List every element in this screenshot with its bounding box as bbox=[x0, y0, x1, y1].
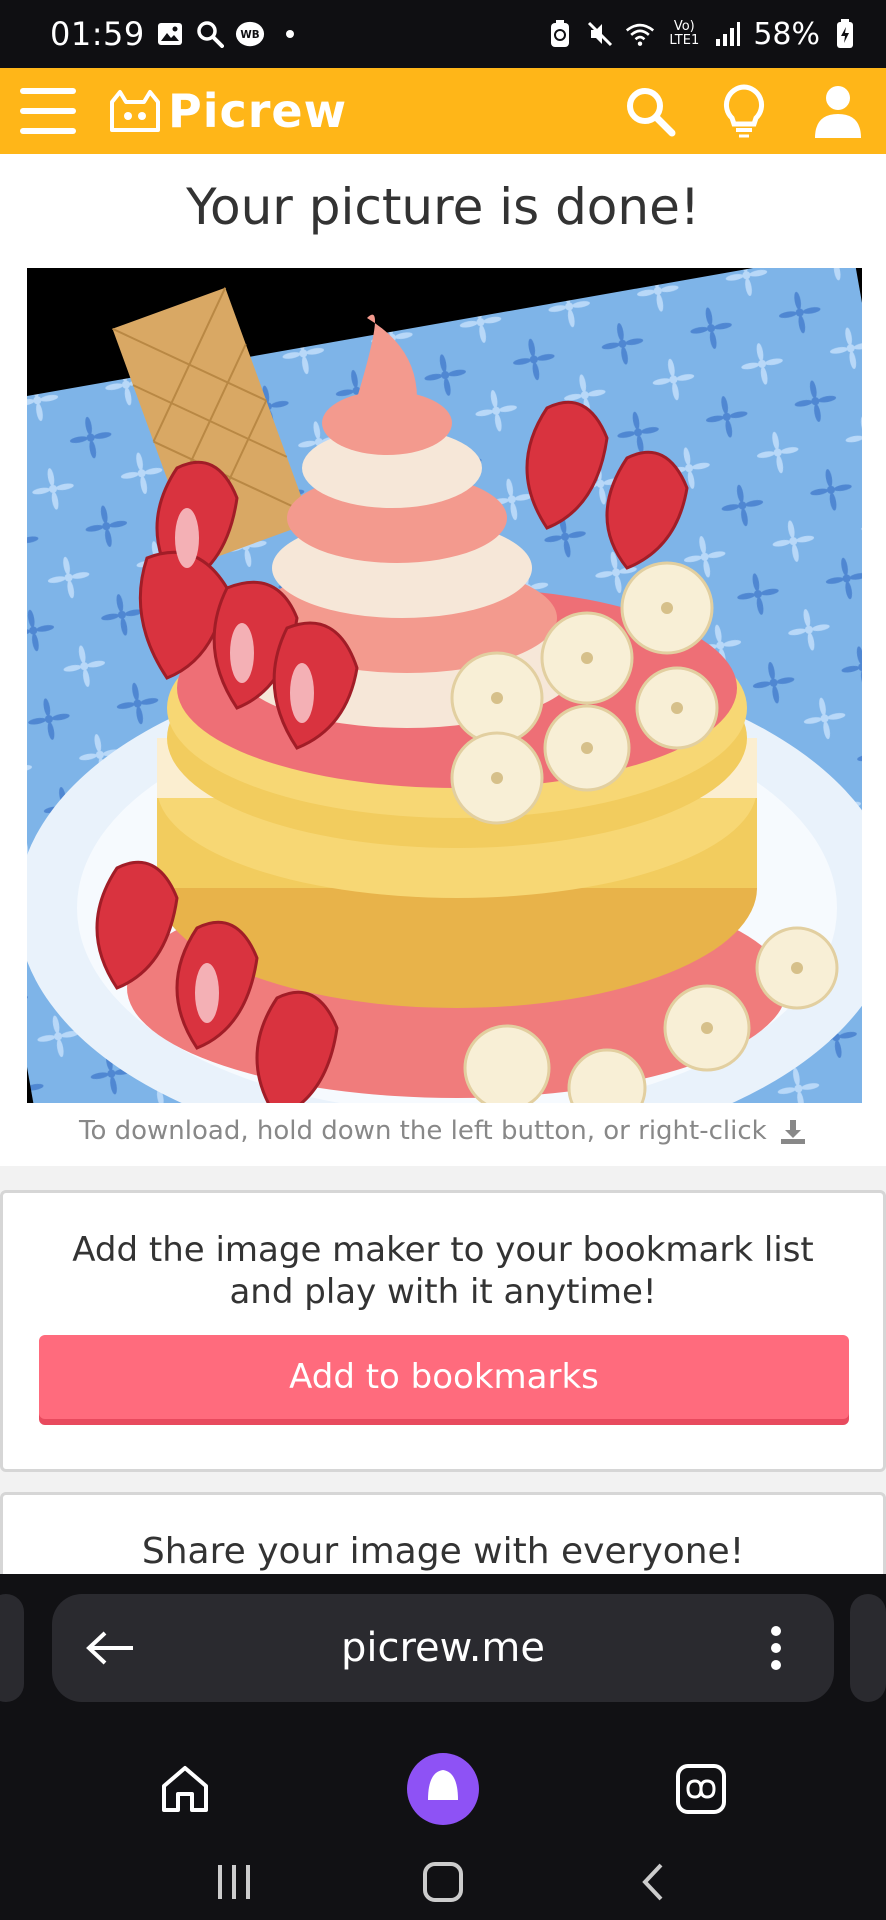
browser-bottom-bar: picrew.me bbox=[0, 1574, 886, 1920]
status-time: 01:59 bbox=[50, 15, 145, 53]
status-bar: 01:59 WB Vo) LTE1 58% bbox=[0, 0, 886, 68]
search-icon[interactable] bbox=[622, 83, 678, 139]
wifi-icon bbox=[625, 19, 655, 49]
back-arrow-icon[interactable] bbox=[82, 1620, 138, 1676]
picrew-logo[interactable]: Picrew bbox=[106, 84, 347, 138]
download-hint: To download, hold down the left button, … bbox=[0, 1116, 886, 1146]
system-home-icon[interactable] bbox=[415, 1854, 471, 1910]
gallery-icon bbox=[155, 19, 185, 49]
lightbulb-icon[interactable] bbox=[716, 83, 772, 139]
cat-logo-icon bbox=[110, 90, 160, 132]
bookmark-text-line2: and play with it anytime! bbox=[229, 1272, 657, 1312]
hamburger-icon[interactable] bbox=[20, 88, 76, 134]
status-left: 01:59 WB bbox=[50, 15, 305, 53]
bookmark-text-line1: Add the image maker to your bookmark lis… bbox=[72, 1230, 814, 1270]
app-header: Picrew bbox=[0, 68, 886, 154]
previous-tab-peek[interactable] bbox=[0, 1594, 24, 1702]
result-image[interactable] bbox=[27, 268, 862, 1103]
battery-icon bbox=[830, 19, 860, 49]
wb-badge-text: WB bbox=[240, 29, 259, 41]
logo-text: Picrew bbox=[168, 84, 348, 138]
download-icon bbox=[779, 1118, 807, 1146]
address-bar[interactable]: picrew.me bbox=[52, 1594, 834, 1702]
search-icon bbox=[195, 19, 225, 49]
lte-icon: Vo) LTE1 bbox=[669, 19, 700, 48]
battery-percent: 58% bbox=[753, 16, 820, 52]
main-content: Your picture is done! To download, hold … bbox=[0, 154, 886, 1574]
dot-icon bbox=[275, 19, 305, 49]
system-nav bbox=[0, 1844, 886, 1920]
tabs-icon[interactable] bbox=[673, 1761, 729, 1817]
home-icon[interactable] bbox=[157, 1761, 213, 1817]
user-icon[interactable] bbox=[810, 83, 866, 139]
browser-nav bbox=[0, 1734, 886, 1844]
next-tab-peek[interactable] bbox=[850, 1594, 886, 1702]
mute-icon bbox=[585, 19, 615, 49]
page-title: Your picture is done! bbox=[186, 178, 700, 236]
bookmark-card: Add the image maker to your bookmark lis… bbox=[0, 1190, 886, 1472]
wb-badge-icon: WB bbox=[235, 19, 265, 49]
signal-icon bbox=[713, 19, 743, 49]
url-text[interactable]: picrew.me bbox=[138, 1625, 748, 1671]
download-hint-text: To download, hold down the left button, … bbox=[79, 1116, 767, 1146]
header-actions bbox=[622, 83, 866, 139]
assistant-icon[interactable] bbox=[406, 1752, 480, 1826]
share-card-text: Share your image with everyone! bbox=[141, 1531, 745, 1572]
system-back-icon[interactable] bbox=[624, 1854, 680, 1910]
cake-illustration bbox=[27, 268, 862, 1103]
add-to-bookmarks-button[interactable]: Add to bookmarks bbox=[39, 1335, 849, 1419]
bookmark-card-text: Add the image maker to your bookmark lis… bbox=[3, 1229, 883, 1313]
recent-apps-icon[interactable] bbox=[206, 1854, 262, 1910]
share-card: Share your image with everyone! bbox=[0, 1492, 886, 1574]
battery-saver-icon bbox=[545, 19, 575, 49]
more-options-icon[interactable] bbox=[748, 1620, 804, 1676]
status-right: Vo) LTE1 58% bbox=[545, 17, 860, 52]
